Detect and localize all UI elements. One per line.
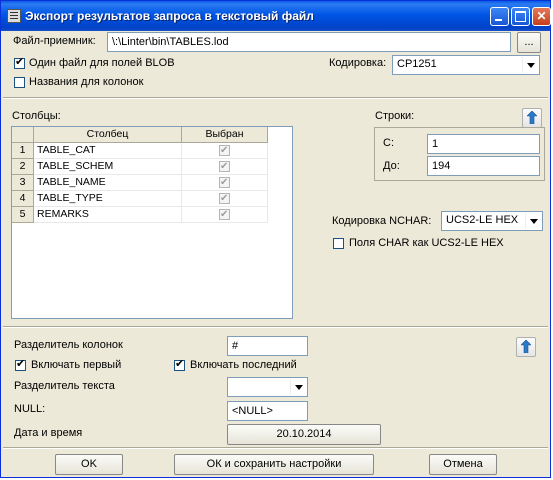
null-input[interactable]: <NULL> bbox=[227, 401, 308, 421]
rows-to-input[interactable]: 194 bbox=[427, 156, 540, 176]
selected-checkbox[interactable] bbox=[219, 143, 230, 158]
checkmark-icon: ✔ bbox=[15, 56, 25, 68]
close-button[interactable]: ✕ bbox=[532, 7, 551, 26]
close-icon: ✕ bbox=[536, 9, 547, 23]
browse-button[interactable]: ... bbox=[517, 32, 541, 53]
rows-label: Строки: bbox=[375, 110, 415, 122]
separator-bottom bbox=[3, 447, 548, 449]
col-separator-input[interactable]: # bbox=[227, 336, 308, 356]
cancel-button[interactable]: Отмена bbox=[429, 454, 497, 475]
rows-from-input[interactable]: 1 bbox=[427, 134, 540, 154]
row-number[interactable]: 1 bbox=[12, 143, 34, 159]
encoding-select[interactable]: CP1251 bbox=[392, 55, 540, 75]
column-names-label: Названия для колонок bbox=[29, 76, 144, 88]
rows-from-label: С: bbox=[383, 137, 394, 149]
nchar-value: UCS2-LE HEX bbox=[446, 214, 519, 226]
maximize-button[interactable] bbox=[511, 7, 530, 26]
selected-cell[interactable] bbox=[182, 207, 268, 223]
help-button-bottom[interactable] bbox=[516, 337, 536, 357]
chevron-down-icon[interactable] bbox=[525, 213, 541, 229]
selected-cell[interactable] bbox=[182, 191, 268, 207]
datetime-label: Дата и время bbox=[14, 427, 83, 439]
columns-grid[interactable]: Столбец Выбран 1TABLE_CAT2TABLE_SCHEM3TA… bbox=[11, 126, 293, 319]
column-header-name[interactable]: Столбец bbox=[34, 127, 182, 143]
column-header-selected[interactable]: Выбран bbox=[182, 127, 268, 143]
one-file-blob-label: Один файл для полей BLOB bbox=[29, 57, 175, 69]
char-as-ucs2-checkbox[interactable] bbox=[333, 238, 344, 249]
text-separator-label: Разделитель текста bbox=[14, 380, 115, 392]
column-names-checkbox[interactable] bbox=[14, 77, 25, 88]
checkmark-icon: ✔ bbox=[16, 358, 26, 370]
row-number[interactable]: 3 bbox=[12, 175, 34, 191]
char-as-ucs2-label: Поля CHAR как UCS2-LE HEX bbox=[349, 237, 504, 249]
column-name-cell[interactable]: TABLE_TYPE bbox=[34, 191, 182, 207]
rows-to-label: До: bbox=[383, 160, 400, 172]
chevron-down-icon[interactable] bbox=[290, 379, 306, 395]
datetime-button[interactable]: 20.10.2014 bbox=[227, 424, 381, 445]
text-separator-select[interactable] bbox=[227, 377, 308, 397]
column-name-cell[interactable]: TABLE_CAT bbox=[34, 143, 182, 159]
include-first-label: Включать первый bbox=[31, 359, 122, 371]
one-file-blob-checkbox[interactable]: ✔ bbox=[14, 56, 25, 69]
grid-corner bbox=[12, 127, 34, 143]
row-number[interactable]: 4 bbox=[12, 191, 34, 207]
encoding-label: Кодировка: bbox=[329, 57, 387, 69]
file-label: Файл-приемник: bbox=[13, 35, 96, 47]
selected-checkbox[interactable] bbox=[219, 191, 230, 206]
selected-cell[interactable] bbox=[182, 143, 268, 159]
selected-cell[interactable] bbox=[182, 159, 268, 175]
file-path-input[interactable]: \:\Linter\bin\TABLES.lod bbox=[107, 32, 511, 52]
chevron-down-icon[interactable] bbox=[522, 57, 538, 73]
help-button-top[interactable] bbox=[522, 108, 542, 128]
row-number[interactable]: 2 bbox=[12, 159, 34, 175]
encoding-value: CP1251 bbox=[397, 58, 437, 70]
export-dialog: Экспорт результатов запроса в текстовый … bbox=[0, 0, 551, 478]
include-first-checkbox[interactable]: ✔ bbox=[15, 358, 26, 371]
ok-button[interactable]: OK bbox=[55, 454, 123, 475]
minimize-button[interactable] bbox=[490, 7, 509, 26]
separator-middle bbox=[3, 326, 548, 328]
ok-save-button[interactable]: ОК и сохранить настройки bbox=[174, 454, 374, 475]
columns-label: Столбцы: bbox=[12, 110, 61, 122]
window-title: Экспорт результатов запроса в текстовый … bbox=[25, 9, 314, 23]
column-name-cell[interactable]: TABLE_SCHEM bbox=[34, 159, 182, 175]
up-arrow-icon bbox=[527, 111, 537, 124]
selected-checkbox[interactable] bbox=[219, 207, 230, 222]
column-name-cell[interactable]: REMARKS bbox=[34, 207, 182, 223]
separator-top bbox=[3, 97, 548, 99]
minimize-icon bbox=[495, 19, 502, 21]
up-arrow-icon bbox=[521, 340, 531, 353]
null-label: NULL: bbox=[14, 403, 46, 415]
nchar-select[interactable]: UCS2-LE HEX bbox=[441, 211, 543, 231]
app-icon[interactable] bbox=[7, 9, 21, 23]
checkmark-icon: ✔ bbox=[175, 358, 185, 370]
row-number[interactable]: 5 bbox=[12, 207, 34, 223]
selected-checkbox[interactable] bbox=[219, 159, 230, 174]
selected-checkbox[interactable] bbox=[219, 175, 230, 190]
maximize-icon bbox=[515, 11, 526, 22]
selected-cell[interactable] bbox=[182, 175, 268, 191]
col-separator-label: Разделитель колонок bbox=[14, 339, 123, 351]
nchar-label: Кодировка NCHAR: bbox=[332, 215, 432, 227]
title-bar[interactable]: Экспорт результатов запроса в текстовый … bbox=[1, 1, 551, 31]
include-last-label: Включать последний bbox=[190, 359, 297, 371]
include-last-checkbox[interactable]: ✔ bbox=[174, 358, 185, 371]
column-name-cell[interactable]: TABLE_NAME bbox=[34, 175, 182, 191]
